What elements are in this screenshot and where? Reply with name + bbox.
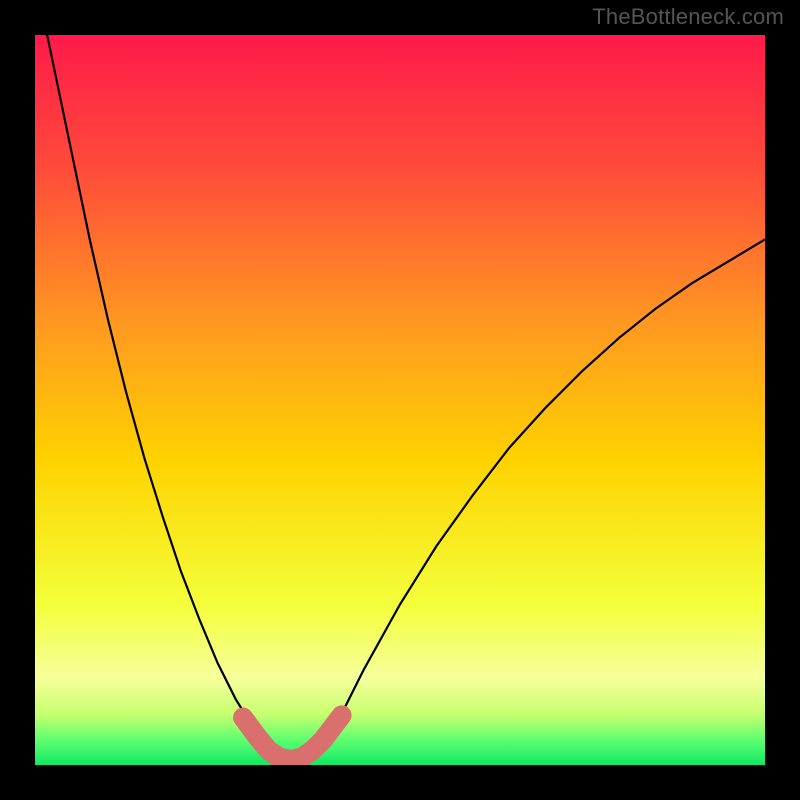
watermark-text: TheBottleneck.com [592,4,784,30]
marker-dot [335,708,349,722]
gradient-background [35,35,765,765]
bottleneck-chart [35,35,765,765]
marker-dot [236,711,250,725]
chart-container: { "watermark": "TheBottleneck.com", "col… [0,0,800,800]
